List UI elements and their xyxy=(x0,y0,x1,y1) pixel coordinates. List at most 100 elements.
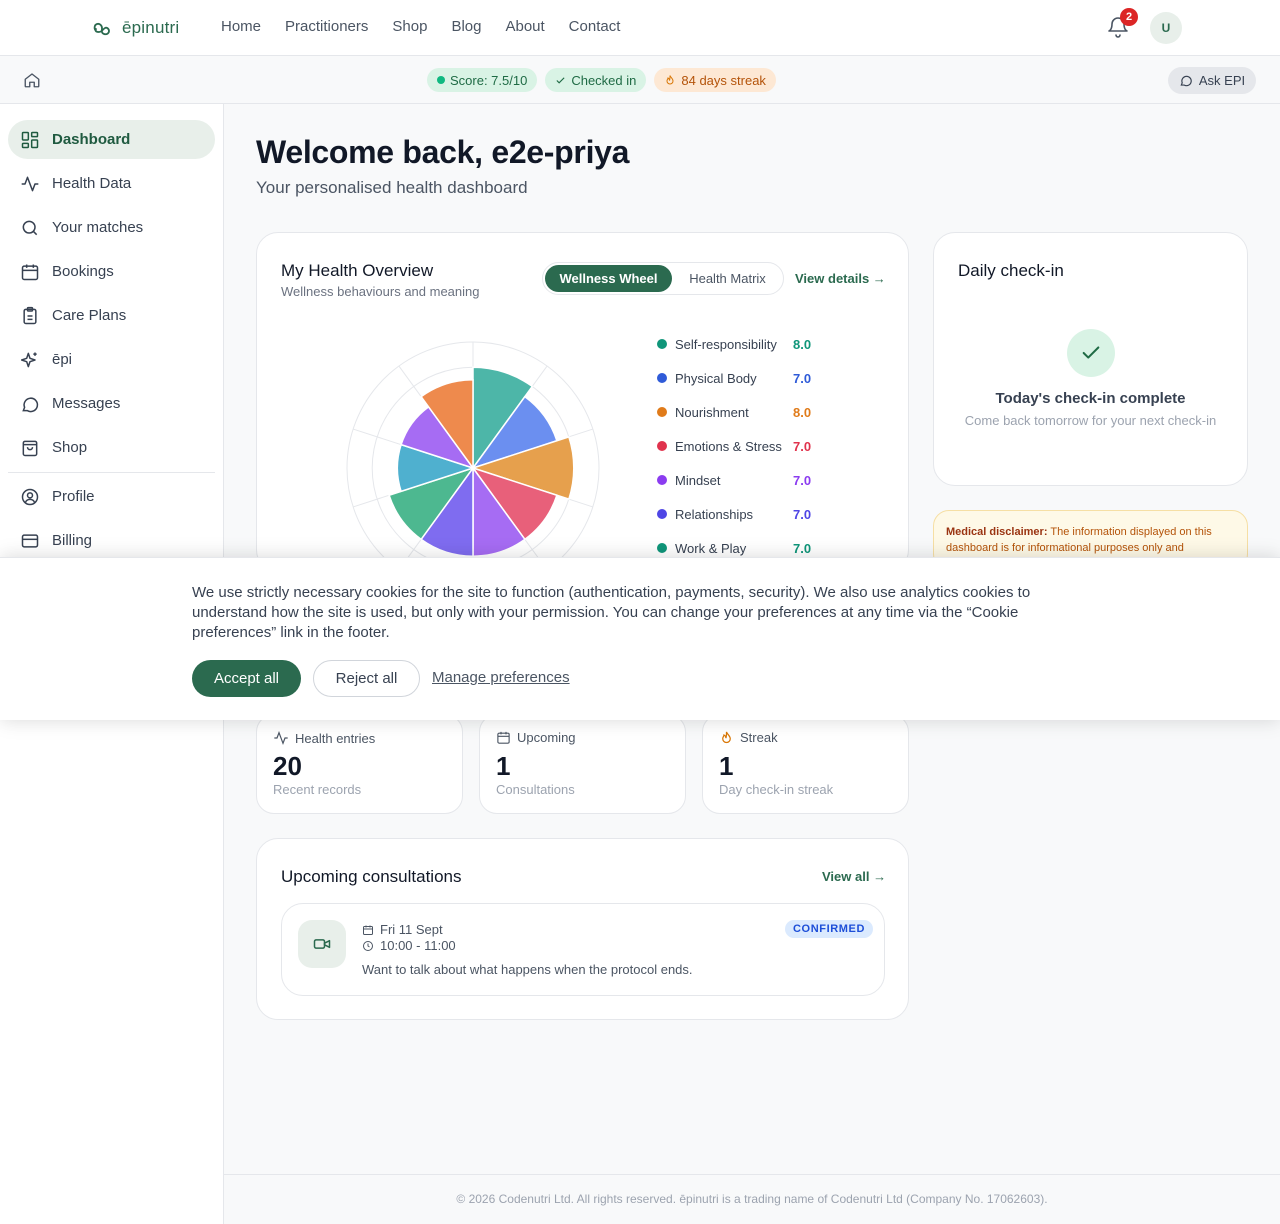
checked-in-text: Checked in xyxy=(571,72,637,88)
sidebar-item-your-matches[interactable]: Your matches xyxy=(8,208,215,247)
stat-label-text: Streak xyxy=(740,730,778,745)
legend-item: Self-responsibility 8.0 xyxy=(657,335,857,353)
sidebar-item-label: Billing xyxy=(52,532,93,549)
consultation-item[interactable]: Fri 11 Sept 10:00 - 11:00 Want to talk a… xyxy=(281,903,885,996)
sparkles-icon xyxy=(20,352,37,367)
checkin-complete-text: Today's check-in complete xyxy=(995,390,1186,407)
legend-item: Mindset 7.0 xyxy=(657,471,857,489)
cookie-text: We use strictly necessary cookies for th… xyxy=(192,584,1031,641)
sidebar-item-dashboard[interactable]: Dashboard xyxy=(8,120,215,159)
infinity-leaf-icon xyxy=(93,22,110,36)
daily-checkin-card: Daily check-in Today's check-in complete… xyxy=(933,232,1248,486)
cookie-banner: We use strictly necessary cookies for th… xyxy=(0,557,1280,720)
sidebar-item-label: Shop xyxy=(52,439,88,456)
page-title: Welcome back, e2e-priya xyxy=(256,134,630,170)
nav-shop[interactable]: Shop xyxy=(392,18,427,35)
activity-icon xyxy=(21,176,39,191)
calendar-icon xyxy=(21,264,39,280)
brand-logo[interactable]: ēpinutri xyxy=(90,16,179,40)
sidebar-item-label: Profile xyxy=(52,488,95,505)
sidebar-item-label: Messages xyxy=(52,395,121,412)
nav-contact[interactable]: Contact xyxy=(569,18,621,35)
stat-label: Health entries xyxy=(273,730,375,746)
sidebar-item-billing[interactable]: Billing xyxy=(8,521,215,560)
legend-item: Nourishment 8.0 xyxy=(657,403,857,421)
upcoming-consultations-card: Upcoming consultations View all → Fri 11… xyxy=(256,838,909,1020)
legend-value: 8.0 xyxy=(793,404,812,420)
activity-icon xyxy=(274,730,288,746)
legend-value: 7.0 xyxy=(793,540,812,556)
video-icon xyxy=(313,939,331,949)
legend-label: Mindset xyxy=(675,472,721,488)
stat-label: Upcoming xyxy=(496,730,576,745)
view-details-link[interactable]: View details → xyxy=(795,271,886,286)
legend-value: 8.0 xyxy=(793,336,812,352)
main-nav: Home Practitioners Shop Blog About Conta… xyxy=(221,18,620,35)
brand-name: ēpinutri xyxy=(122,18,180,37)
chat-icon xyxy=(1180,75,1192,86)
legend-label: Self-responsibility xyxy=(675,336,777,352)
tab-health-matrix[interactable]: Health Matrix xyxy=(672,265,783,292)
clock-icon xyxy=(363,940,373,951)
nav-about[interactable]: About xyxy=(505,18,544,35)
sidebar-item-profile[interactable]: Profile xyxy=(8,477,215,516)
sidebar-item-shop[interactable]: Shop xyxy=(8,428,215,467)
health-overview-card: My Health Overview Wellness behaviours a… xyxy=(256,232,909,572)
avatar[interactable]: U xyxy=(1150,12,1182,44)
sidebar-item-bookings[interactable]: Bookings xyxy=(8,252,215,291)
status-bar: Score: 7.5/10 Checked in 84 days streak … xyxy=(0,56,1280,104)
legend-label: Work & Play xyxy=(675,540,747,556)
check-icon xyxy=(1082,346,1100,359)
tab-wellness-wheel[interactable]: Wellness Wheel xyxy=(545,265,672,292)
sidebar-item-label: ēpi xyxy=(52,351,73,368)
sidebar-item-care-plans[interactable]: Care Plans xyxy=(8,296,215,335)
score-text: Score: 7.5/10 xyxy=(450,72,528,88)
nav-blog[interactable]: Blog xyxy=(451,18,481,35)
legend-value: 7.0 xyxy=(793,438,812,454)
view-toggle: Wellness Wheel Health Matrix xyxy=(542,262,784,295)
legend-value: 7.0 xyxy=(793,472,812,488)
checkin-next-text: Come back tomorrow for your next check-i… xyxy=(964,413,1217,428)
stat-card-health-entries[interactable]: Health entries 20 Recent records xyxy=(256,714,463,814)
accept-all-button[interactable]: Accept all xyxy=(192,660,301,697)
wellness-wheel-chart xyxy=(346,341,600,571)
legend-item: Relationships 7.0 xyxy=(657,505,857,523)
appointment-time-text: 10:00 - 11:00 xyxy=(380,938,456,953)
legend-swatch xyxy=(657,373,667,383)
sidebar-item-label: Health Data xyxy=(52,175,132,192)
reject-all-button[interactable]: Reject all xyxy=(313,660,420,697)
disclaimer-label: Medical disclaimer: xyxy=(946,526,1048,538)
chat-icon xyxy=(22,396,39,412)
status-badge: CONFIRMED xyxy=(785,920,874,938)
sidebar-item-epi[interactable]: ēpi xyxy=(8,340,215,379)
appointment-date-text: Fri 11 Sept xyxy=(380,922,443,937)
stat-label-text: Upcoming xyxy=(517,730,576,745)
legend-label: Emotions & Stress xyxy=(675,438,782,454)
manage-preferences-link[interactable]: Manage preferences xyxy=(432,669,570,686)
ask-epi-button[interactable]: Ask EPI xyxy=(1168,67,1256,94)
view-all-link[interactable]: View all → xyxy=(822,869,886,884)
home-icon[interactable] xyxy=(23,71,41,89)
stat-label-text: Health entries xyxy=(295,730,376,746)
sidebar-item-label: Your matches xyxy=(52,219,144,236)
sidebar-item-messages[interactable]: Messages xyxy=(8,384,215,423)
nav-home[interactable]: Home xyxy=(221,18,261,35)
legend-swatch xyxy=(657,543,667,553)
overview-subtitle: Wellness behaviours and meaning xyxy=(281,284,480,299)
score-pill: Score: 7.5/10 xyxy=(427,68,538,92)
stat-caption: Recent records xyxy=(273,782,362,797)
clipboard-icon xyxy=(23,306,37,324)
stat-value: 1 xyxy=(719,751,734,781)
stat-value: 20 xyxy=(273,751,302,781)
stat-value: 1 xyxy=(496,751,511,781)
footer-copyright: © 2026 Codenutri Ltd. All rights reserve… xyxy=(456,1192,1048,1206)
stat-card-upcoming[interactable]: Upcoming 1 Consultations xyxy=(479,714,686,814)
sidebar-item-health-data[interactable]: Health Data xyxy=(8,164,215,203)
nav-practitioners[interactable]: Practitioners xyxy=(285,18,368,35)
checkin-success-badge xyxy=(1067,329,1115,377)
legend-swatch xyxy=(657,407,667,417)
sidebar-item-label: Bookings xyxy=(52,263,114,280)
checkin-title: Daily check-in xyxy=(958,261,1064,280)
search-icon xyxy=(22,220,38,235)
stat-card-streak[interactable]: Streak 1 Day check-in streak xyxy=(702,714,909,814)
